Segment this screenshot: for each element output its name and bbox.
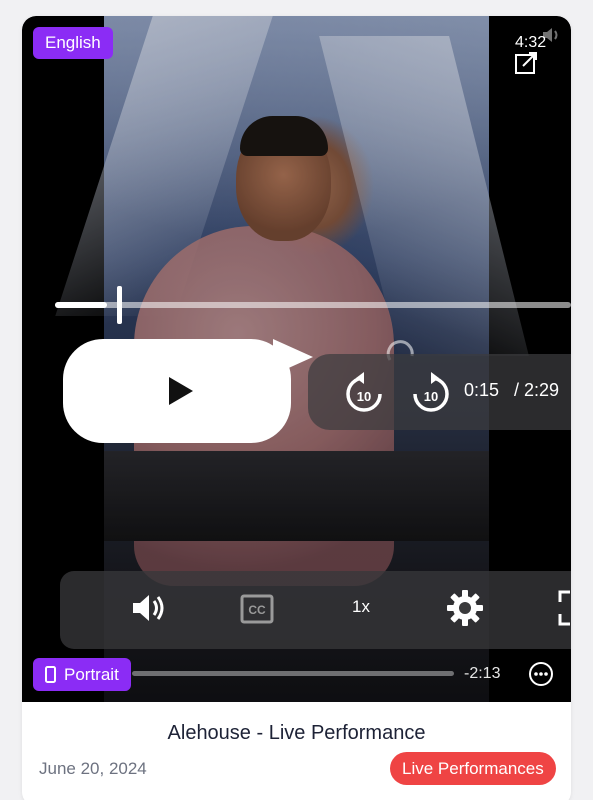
video-card: English 4:32 10 10 0:15 / 2:29 CC 1x Por… [22,16,571,800]
svg-text:10: 10 [424,389,438,404]
playback-speed[interactable]: 1x [352,597,370,617]
closed-captions-icon[interactable]: CC [240,593,274,625]
external-link-icon[interactable] [513,50,539,76]
forward-10-icon[interactable]: 10 [411,370,451,414]
seek-handle[interactable] [117,286,122,324]
seek-track[interactable] [55,302,571,308]
current-time: 0:15 [464,380,500,400]
orientation-badge[interactable]: Portrait [33,658,131,691]
play-button[interactable] [63,339,313,443]
category-tag[interactable]: Live Performances [390,752,556,785]
svg-text:CC: CC [248,603,266,617]
fullscreen-icon[interactable] [558,590,571,626]
total-time: / 2:29 [514,380,560,400]
time-remaining: -2:13 [464,665,501,682]
phone-icon [45,666,56,683]
volume-icon [543,28,558,42]
video-player[interactable]: English 4:32 10 10 0:15 / 2:29 CC 1x Por… [22,16,571,702]
video-title[interactable]: Alehouse - Live Performance [22,722,571,745]
control-bar: CC 1x [60,571,571,649]
mini-progress-track[interactable] [132,671,454,676]
svg-text:10: 10 [357,389,371,404]
language-label: English [45,33,101,52]
more-options-icon[interactable] [528,661,554,687]
play-bubble-tail [273,339,313,375]
publish-date: June 20, 2024 [39,759,147,778]
orientation-label: Portrait [64,664,119,684]
seek-progress [55,302,107,308]
seek-controls: 10 10 0:15 / 2:29 [308,354,571,430]
play-icon [169,377,193,405]
gear-icon[interactable] [446,589,484,627]
replay-10-icon[interactable]: 10 [344,370,384,414]
language-badge[interactable]: English [33,27,113,59]
volume-icon[interactable] [130,590,166,626]
